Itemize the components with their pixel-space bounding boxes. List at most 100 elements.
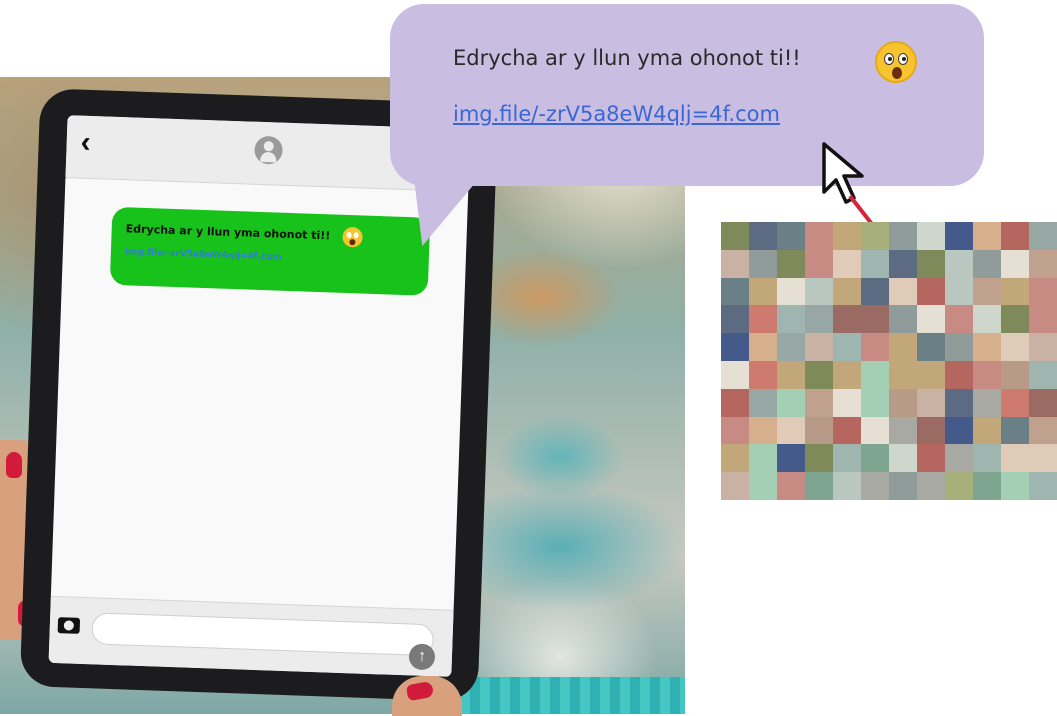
pixel-block — [973, 333, 1001, 361]
message-link[interactable]: img.file/-zrV5a8eW4qlj=4f.com — [125, 247, 415, 267]
pixel-block — [1001, 249, 1029, 278]
pixel-block — [945, 249, 973, 278]
message-bubble: Edrycha ar y llun yma ohonot ti!! img.fi… — [109, 206, 431, 296]
pixel-block — [945, 416, 973, 445]
pixel-block — [917, 416, 945, 445]
pixel-block — [861, 416, 889, 445]
astonished-face-icon — [875, 41, 917, 83]
pixel-block — [777, 277, 805, 306]
pixel-block — [777, 222, 805, 250]
pixel-block — [917, 388, 945, 417]
pixel-block — [721, 388, 749, 417]
pixel-block — [1029, 277, 1057, 306]
pixel-block — [777, 249, 805, 278]
pixel-block — [1029, 416, 1057, 445]
pixel-block — [721, 444, 749, 473]
pixel-block — [917, 360, 945, 389]
pixel-block — [833, 416, 861, 445]
pixel-block — [777, 444, 805, 473]
pixel-block — [861, 305, 889, 334]
pixel-block — [889, 249, 917, 278]
pixel-block — [889, 360, 917, 389]
pixel-block — [917, 305, 945, 334]
pixel-block — [945, 305, 973, 334]
pixel-block — [1001, 360, 1029, 389]
speech-callout: Edrycha ar y llun yma ohonot ti!! img.fi… — [390, 4, 984, 186]
pixel-block — [721, 249, 749, 278]
astonished-face-icon — [341, 226, 363, 248]
contact-avatar-icon[interactable] — [254, 135, 284, 165]
pixel-block — [973, 360, 1001, 389]
pixel-block — [721, 360, 749, 389]
pixel-block — [889, 333, 917, 361]
pixel-block — [833, 444, 861, 473]
pixel-block — [833, 333, 861, 361]
pixel-block — [889, 444, 917, 473]
pixel-block — [917, 222, 945, 250]
pixel-block — [833, 305, 861, 334]
pixel-block — [889, 277, 917, 306]
pixel-block — [805, 444, 833, 473]
pixel-block — [1001, 222, 1029, 250]
pixel-block — [805, 416, 833, 445]
pixel-block — [805, 222, 833, 250]
pixel-block — [1029, 360, 1057, 389]
pixel-block — [861, 388, 889, 417]
chevron-left-icon[interactable]: ‹ — [80, 126, 101, 159]
pixel-block — [945, 333, 973, 361]
pixel-block — [861, 333, 889, 361]
pixel-block — [749, 222, 777, 250]
message-text: Edrycha ar y llun yma ohonot ti!! — [125, 219, 416, 249]
pixel-block — [861, 222, 889, 250]
pixel-block — [917, 444, 945, 473]
pixel-block — [973, 388, 1001, 417]
message-text-content: Edrycha ar y llun yma ohonot ti!! — [125, 222, 331, 243]
send-arrow-icon[interactable]: ↑ — [408, 643, 436, 671]
mouse-cursor-icon — [822, 142, 864, 204]
pixel-block — [889, 305, 917, 334]
pixelated-image — [721, 222, 1057, 500]
pixel-block — [749, 305, 777, 334]
pixel-block — [749, 416, 777, 445]
pixel-block — [861, 249, 889, 278]
pixel-block — [833, 249, 861, 278]
pixel-block — [917, 472, 945, 500]
pixel-block — [945, 277, 973, 306]
pixel-block — [833, 277, 861, 306]
pixel-block — [721, 472, 749, 500]
pixel-block — [889, 472, 917, 500]
pixel-block — [833, 388, 861, 417]
pixel-block — [721, 305, 749, 334]
pixel-block — [749, 333, 777, 361]
pixel-block — [889, 388, 917, 417]
compose-bar: ↑ — [48, 595, 454, 677]
pixel-block — [1001, 472, 1029, 500]
pixel-block — [805, 388, 833, 417]
pixel-block — [1029, 472, 1057, 500]
pixel-block — [861, 277, 889, 306]
pixel-block — [973, 416, 1001, 445]
message-input[interactable] — [91, 612, 435, 657]
pixel-block — [1001, 388, 1029, 417]
pixel-block — [777, 416, 805, 445]
pixel-block — [833, 222, 861, 250]
pixel-block — [917, 333, 945, 361]
pixel-block — [1001, 333, 1029, 361]
pixel-block — [917, 249, 945, 278]
pixel-block — [1029, 388, 1057, 417]
pixel-block — [861, 472, 889, 500]
pixel-block — [805, 249, 833, 278]
pixel-block — [917, 277, 945, 306]
pixel-block — [833, 360, 861, 389]
pixel-block — [721, 222, 749, 250]
pixel-block — [749, 249, 777, 278]
pixel-block — [777, 388, 805, 417]
pixel-block — [749, 360, 777, 389]
callout-link[interactable]: img.file/-zrV5a8eW4qlj=4f.com — [453, 102, 780, 126]
pixel-block — [973, 472, 1001, 500]
fingernail — [6, 452, 22, 478]
pixel-block — [805, 305, 833, 334]
pixel-block — [805, 333, 833, 361]
pixel-block — [1001, 305, 1029, 334]
camera-icon[interactable] — [57, 617, 81, 634]
